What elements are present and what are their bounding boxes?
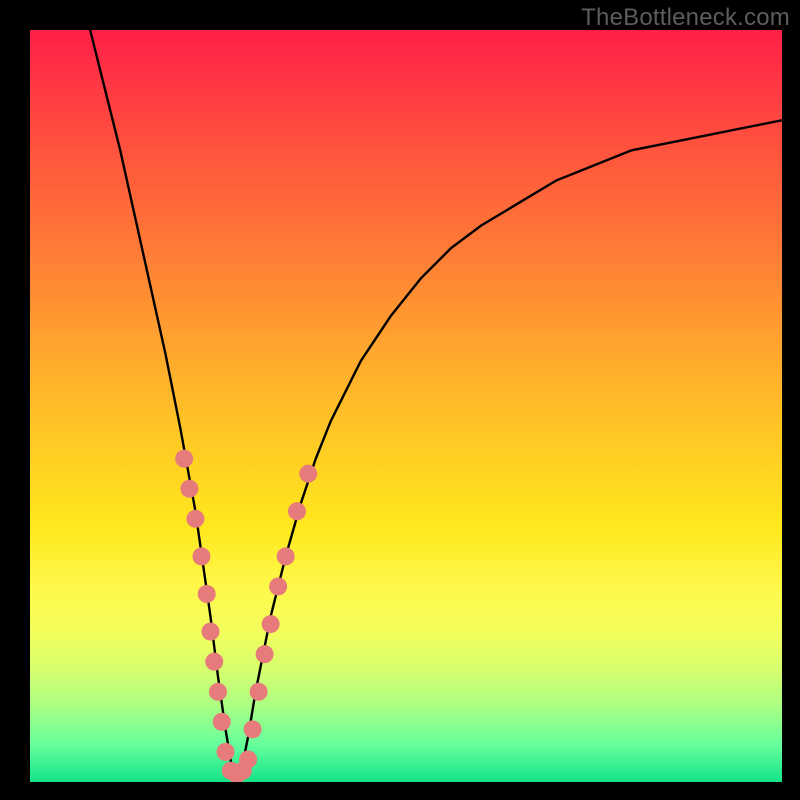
- data-marker: [192, 547, 210, 565]
- bottleneck-curve: [90, 30, 782, 774]
- data-marker: [269, 577, 287, 595]
- data-marker: [209, 683, 227, 701]
- data-marker: [262, 615, 280, 633]
- data-marker: [250, 683, 268, 701]
- data-marker: [180, 480, 198, 498]
- data-marker: [198, 585, 216, 603]
- data-marker: [244, 720, 262, 738]
- data-marker: [175, 450, 193, 468]
- data-marker: [205, 653, 223, 671]
- data-marker: [217, 743, 235, 761]
- data-marker: [239, 750, 257, 768]
- data-marker: [256, 645, 274, 663]
- data-marker: [299, 465, 317, 483]
- data-marker: [288, 502, 306, 520]
- data-marker: [201, 623, 219, 641]
- curve-path: [90, 30, 782, 774]
- data-marker: [186, 510, 204, 528]
- watermark-text: TheBottleneck.com: [581, 4, 790, 32]
- data-marker: [277, 547, 295, 565]
- outer-frame: TheBottleneck.com: [0, 0, 800, 800]
- plot-area: [30, 30, 782, 782]
- data-marker: [213, 713, 231, 731]
- chart-svg: [30, 30, 782, 782]
- data-markers: [175, 450, 317, 782]
